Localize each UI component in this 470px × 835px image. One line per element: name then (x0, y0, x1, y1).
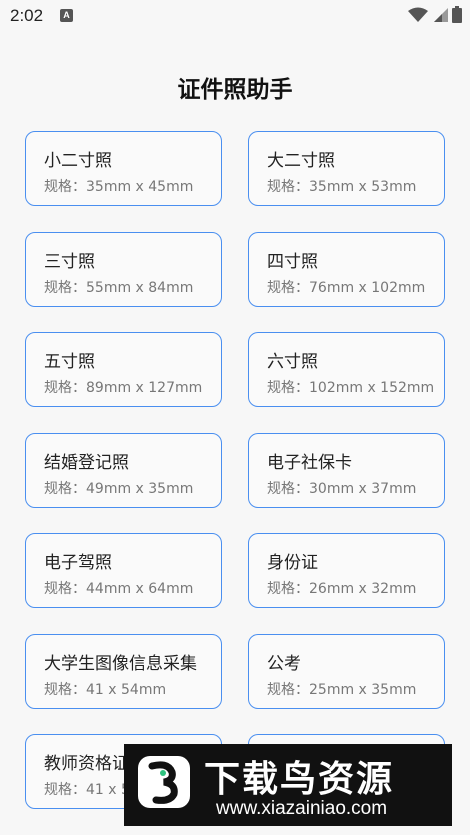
photo-type-name: 六寸照 (267, 352, 318, 372)
photo-type-spec: 规格：76mm x 102mm (267, 280, 426, 296)
photo-type-name: 三寸照 (44, 252, 95, 272)
photo-type-card[interactable]: 电子社保卡 规格：30mm x 37mm (248, 433, 445, 508)
photo-type-card[interactable]: 电子驾照 规格：44mm x 64mm (25, 533, 222, 608)
photo-type-grid: 小二寸照 规格：35mm x 45mm 大二寸照 规格：35mm x 53mm … (0, 0, 470, 835)
photo-type-name: 大二寸照 (267, 151, 335, 171)
photo-type-spec: 规格：25mm x 35mm (267, 682, 417, 698)
photo-type-spec: 规格：102mm x 152mm (267, 380, 435, 396)
photo-type-card[interactable]: 小二寸照 规格：35mm x 45mm (25, 131, 222, 206)
watermark-url: www.xiazainiao.com (216, 798, 388, 819)
photo-type-spec: 规格：41 x 54mm (44, 682, 167, 698)
photo-type-name: 五寸照 (44, 352, 95, 372)
photo-type-spec: 规格：44mm x 64mm (44, 581, 194, 597)
photo-type-card[interactable]: 结婚登记照 规格：49mm x 35mm (25, 433, 222, 508)
watermark-title: 下载鸟资源 (204, 759, 395, 800)
photo-type-spec: 规格：55mm x 84mm (44, 280, 194, 296)
watermark-banner: 下载鸟资源 www.xiazainiao.com (124, 744, 452, 826)
photo-type-name: 身份证 (267, 553, 318, 573)
bird-logo-icon (138, 756, 190, 808)
photo-type-spec: 规格：89mm x 127mm (44, 380, 203, 396)
photo-type-card[interactable]: 大学生图像信息采集 规格：41 x 54mm (25, 634, 222, 709)
photo-type-card[interactable]: 公考 规格：25mm x 35mm (248, 634, 445, 709)
photo-type-name: 电子社保卡 (267, 453, 352, 473)
photo-type-spec: 规格：30mm x 37mm (267, 481, 417, 497)
photo-type-spec: 规格：35mm x 53mm (267, 179, 417, 195)
photo-type-card[interactable]: 身份证 规格：26mm x 32mm (248, 533, 445, 608)
photo-type-name: 公考 (267, 654, 301, 674)
photo-type-name: 教师资格证 (44, 754, 129, 774)
photo-type-card[interactable]: 大二寸照 规格：35mm x 53mm (248, 131, 445, 206)
photo-type-card[interactable]: 四寸照 规格：76mm x 102mm (248, 232, 445, 307)
photo-type-name: 电子驾照 (44, 553, 112, 573)
photo-type-name: 小二寸照 (44, 151, 112, 171)
photo-type-card[interactable]: 三寸照 规格：55mm x 84mm (25, 232, 222, 307)
photo-type-spec: 规格：49mm x 35mm (44, 481, 194, 497)
photo-type-name: 结婚登记照 (44, 453, 129, 473)
photo-type-card[interactable]: 五寸照 规格：89mm x 127mm (25, 332, 222, 407)
photo-type-spec: 规格：35mm x 45mm (44, 179, 194, 195)
photo-type-spec: 规格：26mm x 32mm (267, 581, 417, 597)
photo-type-card[interactable]: 六寸照 规格：102mm x 152mm (248, 332, 445, 407)
photo-type-name: 大学生图像信息采集 (44, 654, 197, 674)
photo-type-name: 四寸照 (267, 252, 318, 272)
